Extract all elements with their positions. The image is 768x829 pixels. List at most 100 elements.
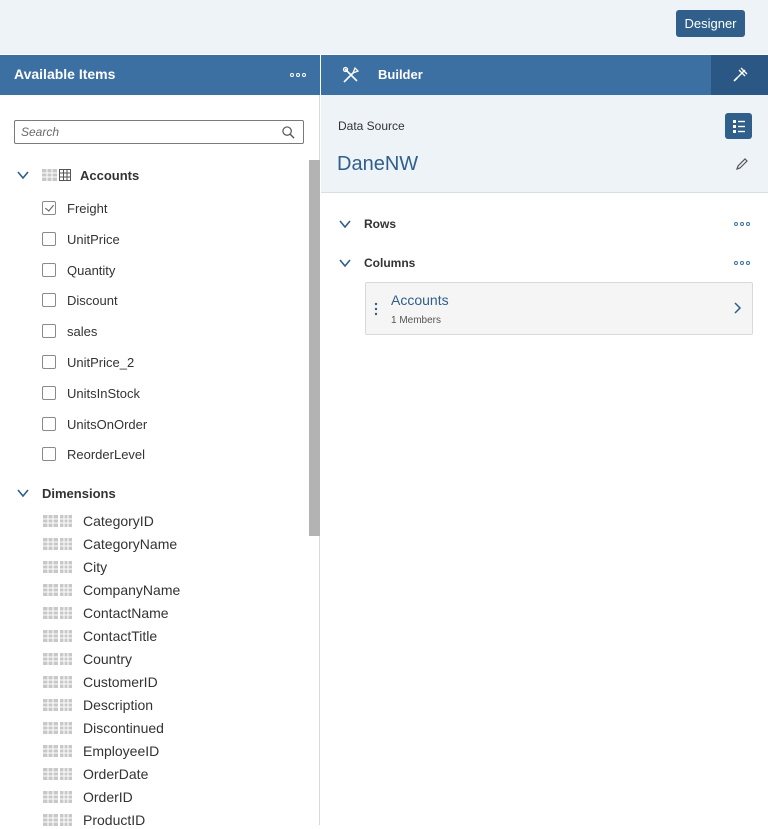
group-label: Accounts	[80, 167, 140, 183]
dimension-item[interactable]: ContactName	[43, 604, 169, 622]
item-label: Discount	[67, 292, 118, 308]
scrollbar[interactable]	[309, 160, 320, 536]
search-input[interactable]	[21, 123, 271, 141]
dimension-table-icon	[43, 653, 72, 665]
dimension-item[interactable]: ContactTitle	[43, 627, 157, 645]
checkbox[interactable]	[42, 447, 56, 461]
data-source-list-button[interactable]	[725, 113, 752, 139]
checkbox[interactable]	[42, 263, 56, 277]
builder-header: Builder	[321, 55, 768, 95]
dimension-item[interactable]: City	[43, 558, 107, 576]
tools-icon	[342, 66, 360, 83]
dimension-item[interactable]: OrderID	[43, 788, 133, 806]
dimension-item[interactable]: EmployeeID	[43, 742, 159, 760]
dimension-item[interactable]: Country	[43, 650, 132, 668]
item-label: ReorderLevel	[67, 446, 146, 462]
dimension-table-icon	[43, 791, 72, 803]
checkbox[interactable]	[42, 386, 56, 400]
checkbox[interactable]	[42, 417, 56, 431]
checkbox[interactable]	[42, 201, 56, 215]
list-icon	[733, 120, 745, 133]
dimension-item[interactable]: ProductID	[43, 811, 145, 829]
dimension-table-icon	[42, 169, 71, 181]
pin-icon[interactable]	[731, 66, 749, 84]
item-label: UnitPrice_2	[67, 354, 135, 370]
column-item-title: Accounts	[391, 292, 449, 308]
dimensions-group-header[interactable]: Dimensions	[16, 483, 116, 503]
pencil-icon[interactable]	[735, 157, 749, 171]
pin-button[interactable]	[711, 55, 768, 95]
list-item[interactable]: UnitPrice	[42, 230, 120, 248]
chevron-down-icon[interactable]	[338, 256, 352, 270]
panel-title: Builder	[378, 67, 423, 82]
chevron-right-icon[interactable]	[732, 301, 742, 315]
data-source-name[interactable]: DaneNW	[337, 153, 418, 176]
data-source-label: Data Source	[338, 119, 405, 133]
chevron-down-icon[interactable]	[16, 486, 30, 500]
dimension-label: ProductID	[83, 812, 146, 828]
list-item[interactable]: UnitPrice_2	[42, 353, 134, 371]
search-icon[interactable]	[282, 126, 295, 139]
designer-button[interactable]: Designer	[676, 10, 745, 37]
dimension-label: OrderID	[83, 789, 133, 805]
dimension-table-icon	[43, 630, 72, 642]
dimension-item[interactable]: CustomerID	[43, 673, 158, 691]
dimension-item[interactable]: OrderDate	[43, 765, 148, 783]
dimension-label: CategoryName	[83, 536, 178, 552]
checkbox[interactable]	[42, 355, 56, 369]
dimension-item[interactable]: CompanyName	[43, 581, 180, 599]
column-item-card[interactable]: Accounts 1 Members	[365, 282, 753, 335]
dimension-label: ContactTitle	[83, 628, 158, 644]
accounts-group-header[interactable]: Accounts	[16, 165, 139, 185]
more-options-icon[interactable]	[734, 221, 750, 227]
columns-section-header[interactable]: Columns	[338, 254, 415, 272]
checkbox[interactable]	[42, 324, 56, 338]
dimension-table-icon	[43, 584, 72, 596]
dimension-table-icon	[43, 561, 72, 573]
dimension-table-icon	[43, 515, 72, 527]
dimension-label: City	[83, 559, 108, 575]
drag-handle-icon[interactable]	[374, 301, 378, 317]
dimension-table-icon	[43, 768, 72, 780]
list-item[interactable]: UnitsInStock	[42, 384, 140, 402]
columns-label: Columns	[364, 256, 416, 270]
dimension-label: CustomerID	[83, 674, 158, 690]
dimension-label: Country	[83, 651, 133, 667]
dimension-item[interactable]: CategoryName	[43, 535, 177, 553]
panel-title: Available Items	[14, 66, 116, 82]
dimension-item[interactable]: CategoryID	[43, 512, 154, 530]
chevron-down-icon[interactable]	[338, 217, 352, 231]
item-label: UnitsInStock	[67, 385, 140, 401]
dimension-table-icon	[43, 814, 72, 826]
list-item[interactable]: UnitsOnOrder	[42, 415, 147, 433]
item-label: sales	[67, 323, 98, 339]
item-label: Freight	[67, 200, 108, 216]
top-bar: Designer	[0, 0, 768, 54]
available-items-header: Available Items	[0, 55, 320, 95]
more-options-icon[interactable]	[734, 260, 750, 266]
dimension-label: EmployeeID	[83, 743, 160, 759]
checkbox[interactable]	[42, 293, 56, 307]
list-item[interactable]: Discount	[42, 291, 118, 309]
list-item[interactable]: ReorderLevel	[42, 445, 145, 463]
dimension-item[interactable]: Discontinued	[43, 719, 164, 737]
chevron-down-icon[interactable]	[16, 168, 30, 182]
dimension-label: OrderDate	[83, 766, 149, 782]
list-item[interactable]: sales	[42, 322, 97, 340]
more-options-icon[interactable]	[290, 72, 306, 78]
rows-section-header[interactable]: Rows	[338, 215, 396, 233]
dimension-label: CompanyName	[83, 582, 181, 598]
data-source-section: Data Source DaneNW	[321, 95, 768, 193]
dimension-label: CategoryID	[83, 513, 154, 529]
dimension-item[interactable]: Description	[43, 696, 153, 714]
group-label: Dimensions	[42, 485, 116, 501]
item-label: UnitPrice	[67, 231, 120, 247]
column-item-subtitle: 1 Members	[391, 315, 442, 326]
checkbox[interactable]	[42, 232, 56, 246]
item-label: UnitsOnOrder	[67, 416, 148, 432]
list-item[interactable]: Quantity	[42, 261, 115, 279]
dimension-label: ContactName	[83, 605, 169, 621]
dimension-table-icon	[43, 722, 72, 734]
list-item[interactable]: Freight	[42, 199, 107, 217]
search-box[interactable]	[14, 120, 304, 144]
